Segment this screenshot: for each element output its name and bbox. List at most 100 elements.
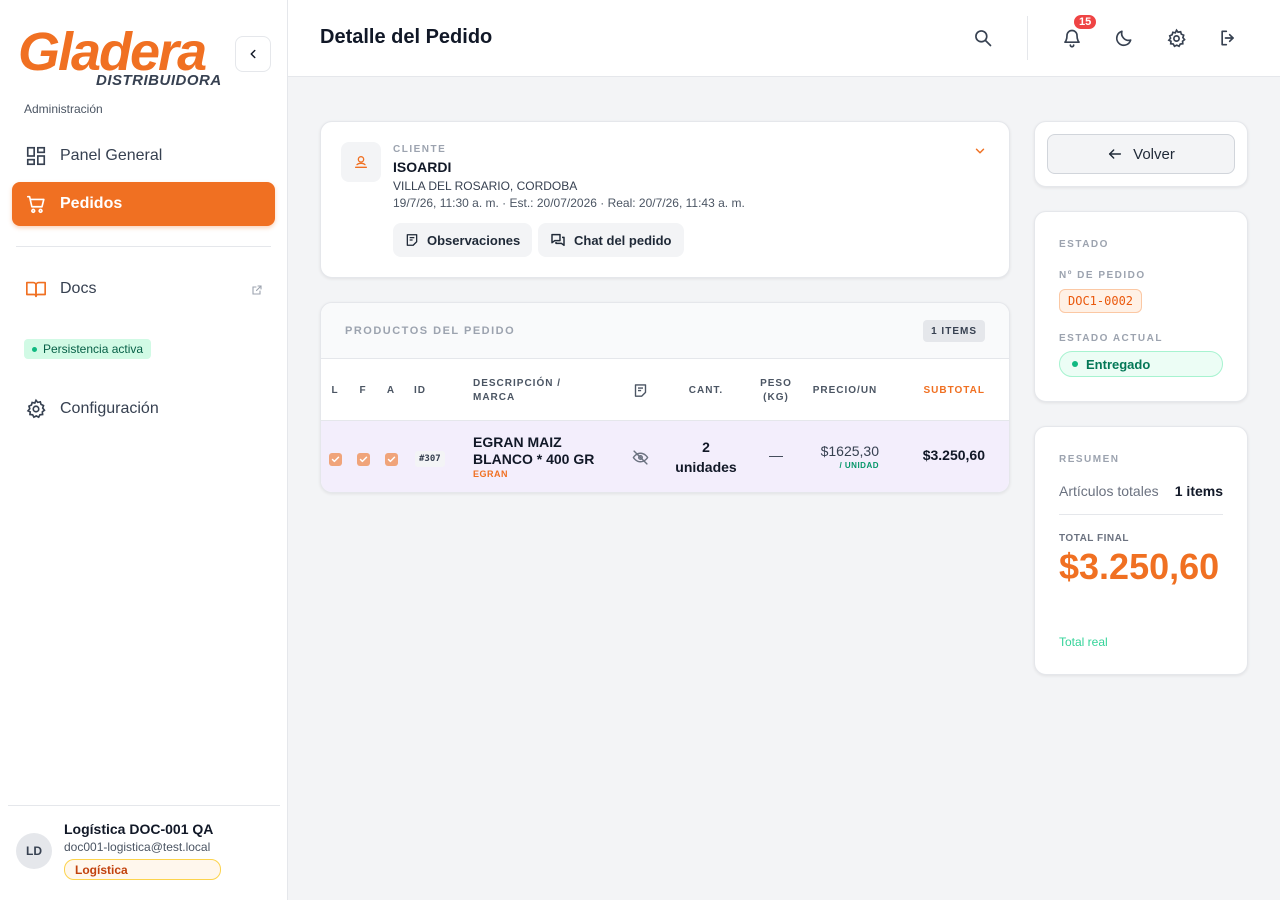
column-header-weight-line1: PESO [760,378,792,389]
user-name: Logística DOC-001 QA [64,821,214,837]
column-header-weight: PESO (KG) [756,377,796,405]
cart-icon [24,192,48,216]
column-header-qty: CANT. [688,385,724,396]
check-icon [387,456,396,463]
sidebar-item-panel-general[interactable]: Panel General [12,134,275,178]
sidebar-item-configuracion[interactable]: Configuración [12,387,275,431]
bell-icon [1064,29,1080,48]
status-dot-icon [1072,361,1078,367]
checkbox-f[interactable] [357,453,370,466]
back-button[interactable]: Volver [1047,134,1235,174]
products-card: PRODUCTOS DEL PEDIDO 1 ITEMS L F A ID DE… [320,302,1010,493]
note-icon [633,383,648,403]
back-label: Volver [1133,145,1175,163]
products-header: PRODUCTOS DEL PEDIDO 1 ITEMS [321,303,1009,359]
top-header: Detalle del Pedido 15 [288,0,1280,77]
product-description-line2: BLANCO * 400 GR [473,451,595,467]
chevron-left-icon [250,49,256,59]
order-chat-button[interactable]: Chat del pedido [538,223,684,257]
client-label: CLIENTE [393,144,447,155]
current-state-label: ESTADO ACTUAL [1059,333,1163,344]
status-badge: Entregado [1059,351,1223,377]
dashboard-icon [24,144,48,168]
sidebar-item-docs[interactable]: Docs [12,267,275,311]
column-header-price: PRECIO/UN [812,385,878,396]
brand-logo[interactable]: Gladera DISTRIBUIDORA [18,22,221,92]
logout-button[interactable] [1216,26,1240,50]
section-label: Administración [24,102,103,116]
product-brand: EGRAN [473,469,509,479]
dark-mode-toggle[interactable] [1112,26,1136,50]
product-price: $1625,30 [820,443,879,459]
chat-icon [551,233,565,247]
sidebar-divider [16,246,271,247]
gear-icon [24,397,48,421]
sidebar-item-pedidos[interactable]: Pedidos [12,182,275,226]
product-weight: — [769,447,783,463]
collapse-sidebar-button[interactable] [235,36,271,72]
table-row[interactable]: #307 EGRAN MAIZ BLANCO * 400 GR EGRAN 2 … [321,421,1009,492]
checkbox-a[interactable] [385,453,398,466]
articles-total-row: Artículos totales 1 items [1059,483,1223,499]
products-title: PRODUCTOS DEL PEDIDO [345,325,516,337]
settings-button[interactable] [1164,26,1188,50]
user-email: doc001-logistica@test.local [64,840,211,854]
user-profile[interactable]: LD Logística DOC-001 QA doc001-logistica… [8,805,280,900]
book-icon [24,277,48,301]
column-header-f: F [359,385,367,396]
persistence-label: Persistencia activa [43,342,144,356]
order-chat-label: Chat del pedido [574,232,672,248]
search-button[interactable] [971,26,995,50]
gear-icon [1167,28,1186,47]
order-dates: 19/7/26, 11:30 a. m. · Est.: 20/07/2026 … [393,196,745,210]
user-icon [341,142,381,182]
check-icon [331,456,340,463]
external-link-icon [251,283,263,301]
logout-icon [1221,30,1234,46]
status-label: Entregado [1086,356,1151,372]
back-card: Volver [1034,121,1248,187]
column-header-subtotal: SUBTOTAL [923,385,985,396]
product-quantity-unit: unidades [675,459,737,475]
toggle-visibility-button[interactable] [632,449,649,471]
expand-client-button[interactable] [973,144,987,163]
column-header-a: A [386,385,396,396]
column-header-l: L [331,385,339,396]
persistence-badge: Persistencia activa [24,339,152,359]
user-role-badge: Logística [64,859,221,880]
search-icon [975,30,992,47]
column-header-description: DESCRIPCIÓN / MARCA [473,377,561,405]
column-header-desc-line2: MARCA [473,392,516,403]
product-price-unit: / UNIDAD [839,461,879,470]
page-title: Detalle del Pedido [320,26,493,48]
observations-button[interactable]: Observaciones [393,223,533,257]
product-id: #307 [415,451,445,467]
product-quantity-value: 2 [702,439,710,455]
check-icon [359,456,368,463]
summary-divider [1059,514,1223,515]
checkbox-l[interactable] [329,453,342,466]
moon-icon [1115,30,1132,47]
table-header: L F A ID DESCRIPCIÓN / MARCA CANT. PESO … [321,359,1009,421]
note-icon [406,234,418,246]
order-number-label: Nº DE PEDIDO [1059,270,1146,281]
state-card: ESTADO Nº DE PEDIDO DOC1-0002 ESTADO ACT… [1034,211,1248,402]
summary-card: RESUMEN Artículos totales 1 items TOTAL … [1034,426,1248,675]
sidebar: Gladera DISTRIBUIDORA Administración Pan… [0,0,288,900]
product-description: EGRAN MAIZ BLANCO * 400 GR [473,434,613,468]
eye-off-icon [632,450,649,465]
chevron-down-icon [975,148,985,154]
order-number: DOC1-0002 [1059,289,1143,313]
product-subtotal: $3.250,60 [922,447,985,463]
observations-label: Observaciones [427,232,521,248]
avatar: LD [16,833,52,869]
product-description-line1: EGRAN MAIZ [473,434,562,450]
total-note: Total real [1059,635,1108,649]
client-location: VILLA DEL ROSARIO, CORDOBA [393,179,578,193]
sidebar-item-label: Docs [60,280,97,297]
column-header-desc-line1: DESCRIPCIÓN / [473,378,562,389]
sidebar-item-label: Panel General [60,147,163,164]
articles-total-value: 1 items [1174,483,1223,499]
sidebar-item-label: Configuración [60,400,159,417]
notification-count-badge: 15 [1072,13,1099,31]
